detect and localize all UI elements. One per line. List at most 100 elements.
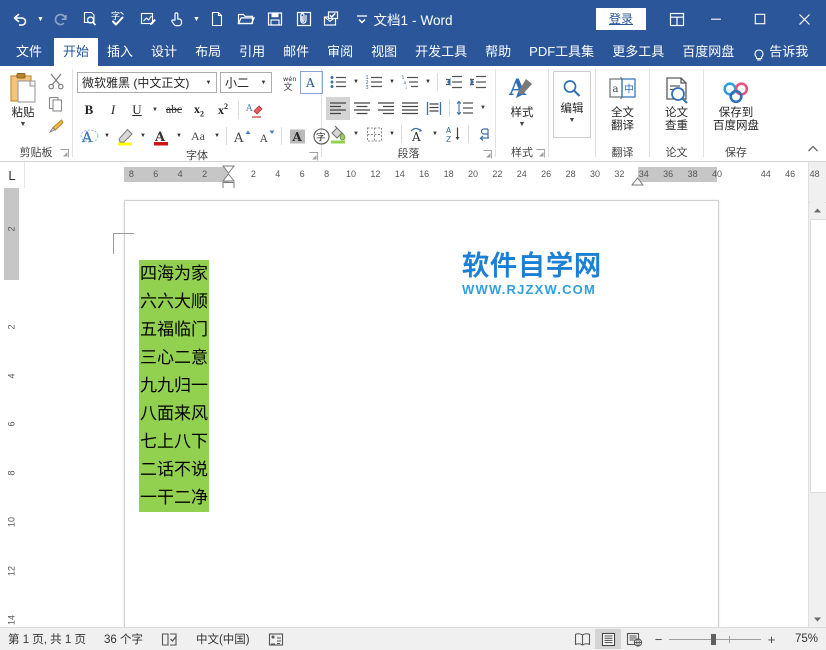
- clear-formatting-icon[interactable]: A: [242, 99, 266, 122]
- maximize-button[interactable]: [738, 0, 782, 38]
- undo-dropdown-icon[interactable]: ▼: [35, 5, 46, 33]
- print-preview-icon[interactable]: [75, 5, 104, 33]
- character-shading-icon[interactable]: A: [285, 125, 309, 148]
- strikethrough-button[interactable]: abc: [161, 99, 187, 122]
- styles-button[interactable]: A 样式 ▼: [500, 69, 544, 128]
- document-line[interactable]: 五福临门: [139, 316, 209, 344]
- character-border-icon[interactable]: A: [300, 71, 323, 94]
- zoom-in-button[interactable]: +: [766, 632, 777, 647]
- document-line[interactable]: 三心二意: [139, 344, 209, 372]
- asian-layout-icon[interactable]: A: [405, 123, 429, 146]
- save-icon[interactable]: [260, 5, 289, 33]
- numbering-icon[interactable]: 123: [362, 71, 386, 94]
- borders-icon[interactable]: [362, 123, 386, 146]
- decrease-indent-icon[interactable]: [441, 71, 465, 94]
- tab-view[interactable]: 视图: [362, 38, 406, 66]
- vertical-ruler[interactable]: 42246810121416182022: [0, 188, 25, 627]
- attachment-icon[interactable]: [289, 5, 318, 33]
- styles-dialog-launcher-icon[interactable]: [536, 147, 545, 156]
- tab-help[interactable]: 帮助: [476, 38, 520, 66]
- scroll-down-button[interactable]: [810, 611, 825, 627]
- copy-icon[interactable]: [44, 92, 68, 115]
- show-formatting-marks-icon[interactable]: [472, 123, 496, 146]
- bullets-dropdown-icon[interactable]: ▼: [350, 71, 362, 94]
- styles-dropdown-icon[interactable]: ▼: [519, 121, 526, 128]
- paragraph-dialog-launcher-icon[interactable]: [483, 148, 492, 157]
- editing-dropdown-icon[interactable]: ▼: [569, 117, 576, 124]
- customize-qat-icon[interactable]: [347, 5, 376, 33]
- tab-review[interactable]: 审阅: [318, 38, 362, 66]
- document-text-lines[interactable]: 四海为家 六六大顺 五福临门 三心二意 九九归一 八面来风 七上八下 二话不说 …: [139, 260, 209, 512]
- zoom-level-label[interactable]: 75%: [782, 633, 818, 645]
- tab-home[interactable]: 开始: [54, 38, 98, 66]
- thesis-check-button[interactable]: 论文 查重: [654, 69, 699, 133]
- horizontal-ruler-track[interactable]: 8642246810121416182022242628303234363840…: [25, 162, 808, 188]
- paste-dropdown-icon[interactable]: ▼: [20, 121, 27, 128]
- window-splitter[interactable]: [809, 188, 826, 203]
- multilevel-list-icon[interactable]: 1ai: [398, 71, 422, 94]
- text-effects-icon[interactable]: A: [77, 125, 101, 148]
- line-spacing-dropdown-icon[interactable]: ▼: [477, 97, 489, 120]
- tell-me-box[interactable]: 告诉我: [743, 38, 818, 66]
- zoom-slider[interactable]: [669, 639, 761, 640]
- quick-edit-icon[interactable]: [133, 5, 162, 33]
- document-page[interactable]: [124, 200, 719, 627]
- font-size-dropdown-icon[interactable]: ▼: [256, 80, 271, 86]
- print-layout-view-button[interactable]: [595, 629, 621, 649]
- touch-mode-dropdown-icon[interactable]: ▼: [191, 5, 202, 33]
- zoom-out-button[interactable]: −: [653, 632, 664, 647]
- tab-references[interactable]: 引用: [230, 38, 274, 66]
- editing-button[interactable]: 编辑 ▼: [553, 71, 591, 138]
- align-left-button[interactable]: [326, 97, 350, 120]
- tab-file[interactable]: 文件: [4, 38, 54, 66]
- read-mode-view-button[interactable]: [569, 629, 595, 649]
- shading-icon[interactable]: [326, 123, 350, 146]
- multilevel-list-dropdown-icon[interactable]: ▼: [422, 71, 434, 94]
- save-to-baidu-netdisk-button[interactable]: 保存到 百度网盘: [708, 69, 764, 133]
- font-name-combobox[interactable]: 微软雅黑 (中文正文) ▼: [77, 72, 217, 93]
- word-count[interactable]: 36 个字: [104, 631, 143, 647]
- proofing-errors-icon[interactable]: [161, 632, 178, 647]
- underline-button[interactable]: U: [125, 99, 149, 122]
- borders-dropdown-icon[interactable]: ▼: [386, 123, 398, 146]
- clipboard-dialog-launcher-icon[interactable]: [60, 147, 69, 156]
- phonetic-guide-icon[interactable]: wén文: [276, 71, 300, 94]
- document-line[interactable]: 九九归一: [139, 372, 209, 400]
- close-button[interactable]: [782, 0, 826, 38]
- collapse-ribbon-button[interactable]: [806, 142, 820, 159]
- touch-mode-icon[interactable]: [162, 5, 191, 33]
- undo-icon[interactable]: [6, 5, 35, 33]
- tab-layout[interactable]: 布局: [186, 38, 230, 66]
- ribbon-display-options-icon[interactable]: [660, 0, 694, 38]
- underline-dropdown-icon[interactable]: ▼: [149, 99, 161, 122]
- minimize-button[interactable]: [694, 0, 738, 38]
- font-color-icon[interactable]: A: [149, 125, 173, 148]
- tab-design[interactable]: 设计: [142, 38, 186, 66]
- justify-button[interactable]: [398, 97, 422, 120]
- bullets-icon[interactable]: [326, 71, 350, 94]
- vertical-scrollbar[interactable]: [808, 188, 826, 627]
- scrollbar-thumb[interactable]: [810, 219, 826, 493]
- highlight-color-dropdown-icon[interactable]: ▼: [137, 125, 149, 148]
- document-canvas[interactable]: 四海为家 六六大顺 五福临门 三心二意 九九归一 八面来风 七上八下 二话不说 …: [25, 188, 808, 627]
- bold-button[interactable]: B: [77, 99, 101, 122]
- tab-stop-selector[interactable]: L: [0, 162, 25, 188]
- font-size-combobox[interactable]: 小二 ▼: [220, 72, 272, 93]
- paste-button[interactable]: 粘贴 ▼: [4, 69, 42, 128]
- line-spacing-icon[interactable]: [453, 97, 477, 120]
- tab-insert[interactable]: 插入: [98, 38, 142, 66]
- distribute-button[interactable]: [422, 97, 446, 120]
- subscript-button[interactable]: x2: [187, 99, 211, 122]
- tab-mailings[interactable]: 邮件: [274, 38, 318, 66]
- increase-indent-icon[interactable]: [465, 71, 489, 94]
- tab-pdf-tools[interactable]: PDF工具集: [520, 38, 603, 66]
- sort-icon[interactable]: AZ: [441, 123, 465, 146]
- spelling-check-icon[interactable]: 字: [104, 5, 133, 33]
- new-document-icon[interactable]: [202, 5, 231, 33]
- tab-baidu-netdisk[interactable]: 百度网盘: [673, 38, 743, 66]
- document-line[interactable]: 七上八下: [139, 428, 209, 456]
- change-case-dropdown-icon[interactable]: ▼: [211, 125, 223, 148]
- italic-button[interactable]: I: [101, 99, 125, 122]
- font-color-dropdown-icon[interactable]: ▼: [173, 125, 185, 148]
- document-line[interactable]: 一干二净: [139, 484, 209, 512]
